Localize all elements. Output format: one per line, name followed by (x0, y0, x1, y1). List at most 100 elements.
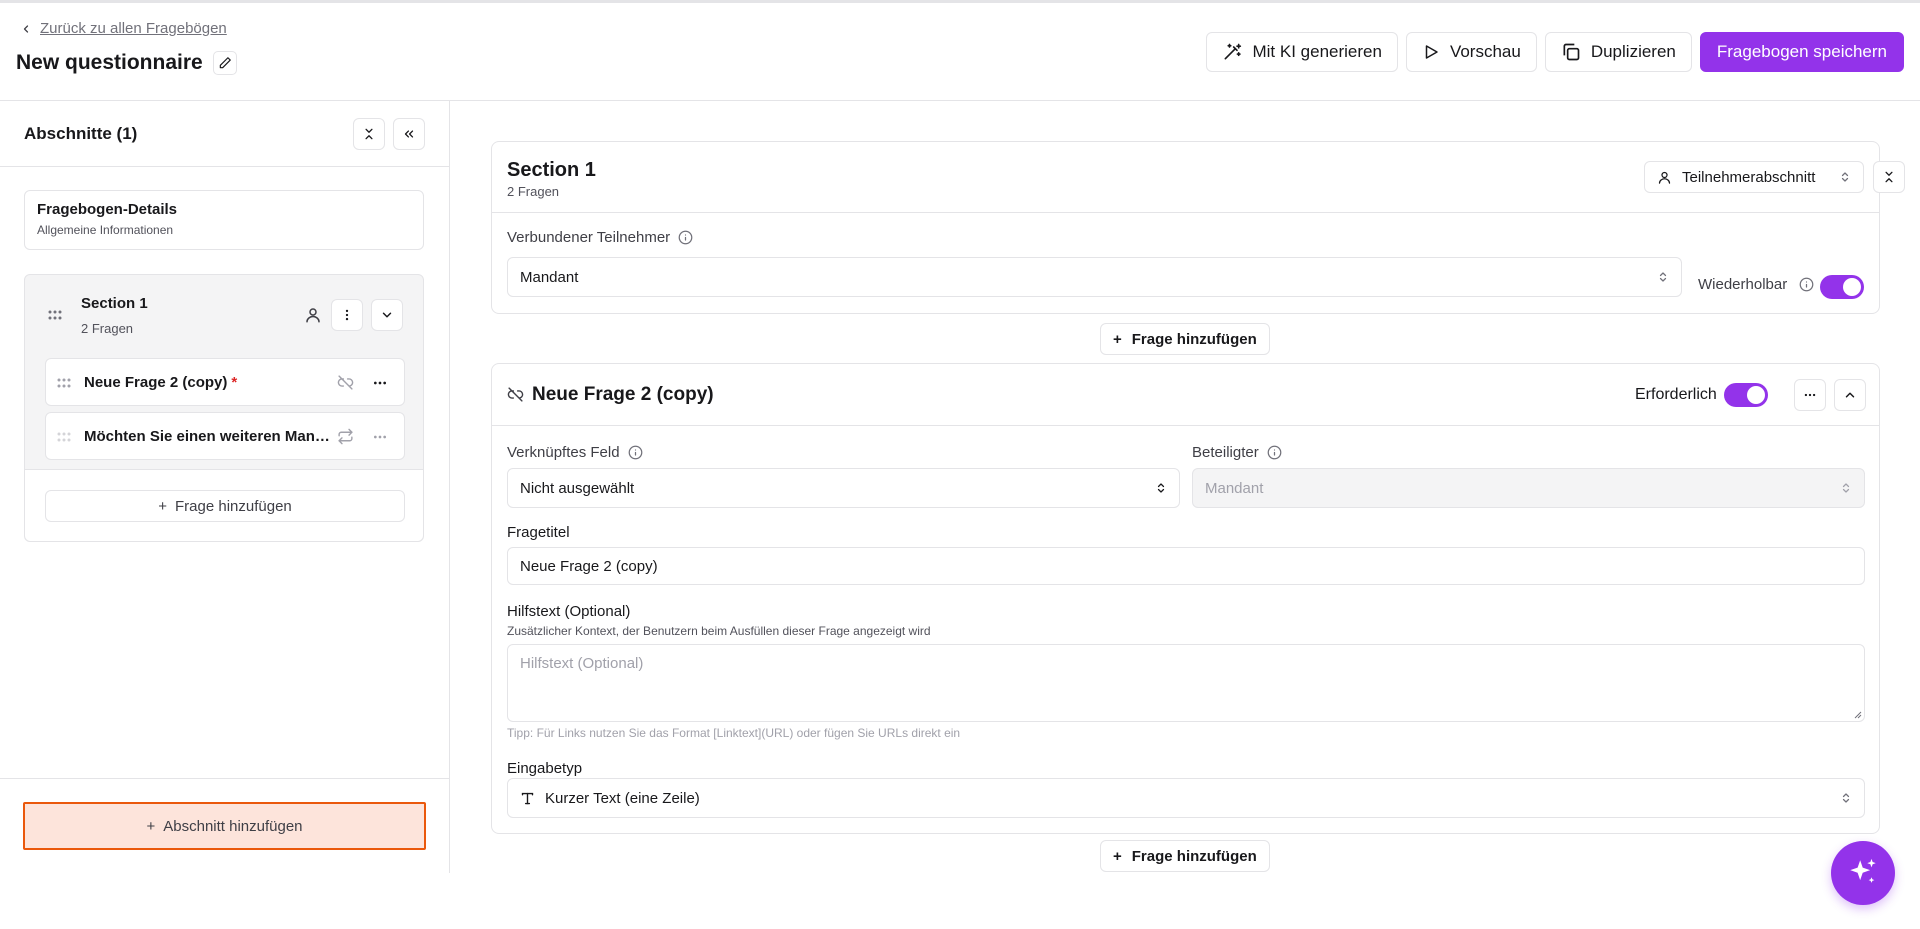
section-settings-card: Section 1 2 Fragen Teilnehmerabschnitt V… (491, 141, 1905, 314)
help-text-description: Zusätzlicher Kontext, der Benutzern beim… (507, 624, 931, 638)
section-question-count: 2 Fragen (507, 184, 560, 199)
section-title: Section 1 (507, 159, 596, 181)
drag-handle-icon[interactable] (56, 431, 72, 443)
question-label: Neue Frage 2 (copy) (84, 373, 228, 391)
duplicate-button[interactable]: Duplizieren (1544, 32, 1692, 72)
main-editor: Section 1 2 Fragen Teilnehmerabschnitt V… (451, 101, 1920, 873)
add-question-label: Frage hinzufügen (1131, 847, 1257, 865)
back-link-label[interactable]: Zurück zu allen Fragebögen (40, 20, 227, 37)
input-type-value: Kurzer Text (eine Zeile) (545, 789, 700, 807)
drag-handle-icon[interactable] (47, 309, 63, 321)
unlink-icon (337, 375, 354, 390)
participant-value: Mandant (1205, 479, 1264, 497)
preview-button[interactable]: Vorschau (1405, 32, 1537, 72)
more-vertical-icon (345, 309, 349, 321)
resize-handle-icon[interactable] (1854, 711, 1862, 719)
chevron-up-icon (1845, 392, 1855, 398)
info-icon[interactable] (1799, 277, 1814, 292)
details-subtitle: Allgemeine Informationen (37, 223, 174, 237)
question-title-input[interactable]: Neue Frage 2 (copy) (507, 547, 1865, 585)
required-marker: * (231, 373, 238, 391)
chevrons-collapse-icon (1885, 171, 1893, 183)
add-question-button[interactable]: + Frage hinzufügen (1100, 323, 1270, 355)
section-name: Section 1 (81, 295, 148, 312)
info-icon[interactable] (1267, 445, 1282, 460)
user-icon (306, 308, 320, 323)
question-collapse-button[interactable] (1834, 379, 1866, 411)
linked-field-text: Verknüpftes Feld (507, 444, 620, 461)
sidebar-footer: + Abschnitt hinzufügen (0, 778, 449, 873)
info-icon[interactable] (628, 445, 643, 460)
preview-label: Vorschau (1449, 42, 1521, 61)
save-questionnaire-button[interactable]: Fragebogen speichern (1699, 32, 1904, 72)
section-expand-button[interactable] (371, 299, 403, 331)
duplicate-label: Duplizieren (1590, 42, 1676, 61)
plus-icon: + (1113, 847, 1122, 865)
sidebar-question-item[interactable]: Neue Frage 2 (copy) * (45, 358, 405, 406)
section-settings-header: Section 1 2 Fragen Teilnehmerabschnitt (492, 142, 1905, 213)
drag-handle-icon[interactable] (56, 377, 72, 389)
collapse-all-button[interactable] (353, 117, 385, 150)
play-icon (1425, 45, 1438, 59)
question-title-value: Neue Frage 2 (copy) (520, 557, 658, 575)
sparkle-icon (1850, 858, 1876, 883)
add-section-button[interactable]: + Abschnitt hinzufügen (23, 802, 426, 850)
add-question-button[interactable]: + Frage hinzufügen (45, 490, 405, 522)
repeatable-label: Wiederholbar (1698, 276, 1814, 293)
ai-assistant-button[interactable] (1831, 841, 1895, 905)
add-section-label: Abschnitt hinzufügen (163, 817, 303, 835)
sidebar-question-item[interactable]: Möchten Sie einen weiteren Mandanten hin… (45, 412, 405, 460)
add-question-label: Frage hinzufügen (1131, 330, 1257, 348)
question-header: Neue Frage 2 (copy) Erforderlich (492, 364, 1879, 426)
question-menu-button[interactable] (1794, 379, 1826, 411)
questionnaire-details-card[interactable]: Fragebogen-Details Allgemeine Informatio… (24, 190, 424, 250)
more-horizontal-icon[interactable] (372, 429, 388, 445)
more-horizontal-icon (1804, 393, 1816, 397)
user-icon (1658, 171, 1671, 184)
connected-participant-label: Verbundener Teilnehmer (507, 229, 693, 246)
plus-icon: + (158, 497, 167, 515)
linked-field-select[interactable]: Nicht ausgewählt (507, 468, 1180, 508)
edit-title-button[interactable] (212, 51, 237, 75)
magic-wand-icon (1224, 43, 1242, 60)
collapse-sidebar-button[interactable] (393, 117, 425, 150)
participant-select: Mandant (1192, 468, 1865, 508)
help-text-textarea[interactable]: Hilfstext (Optional) (507, 644, 1865, 722)
chevron-updown-icon (1659, 272, 1667, 282)
input-type-select[interactable]: Kurzer Text (eine Zeile) (507, 778, 1865, 818)
unlink-icon (507, 387, 524, 402)
add-question-button[interactable]: + Frage hinzufügen (1100, 840, 1270, 872)
help-text-label: Hilfstext (Optional) (507, 603, 631, 620)
section-footer: + Frage hinzufügen (25, 469, 423, 541)
question-card: Neue Frage 2 (copy) Erforderlich Verknüp… (491, 363, 1880, 834)
title-row: New questionnaire (16, 51, 237, 75)
chevron-left-icon (23, 24, 29, 33)
ai-generate-button[interactable]: Mit KI generieren (1206, 32, 1398, 72)
chevrons-left-icon (404, 129, 414, 138)
repeatable-text: Wiederholbar (1698, 276, 1788, 293)
connected-participant-value: Mandant (520, 268, 579, 286)
required-toggle[interactable] (1724, 383, 1768, 407)
section-card: Section 1 2 Fragen Neue Frage 2 (copy) *… (24, 274, 424, 542)
back-link[interactable]: Zurück zu allen Fragebögen (20, 20, 227, 37)
participant-label: Beteiligter (1192, 444, 1282, 461)
header-actions: Mit KI generieren Vorschau Duplizieren F… (1206, 32, 1904, 72)
linked-field-value: Nicht ausgewählt (520, 479, 635, 497)
section-type-select[interactable]: Teilnehmerabschnitt (1644, 161, 1864, 193)
chevron-updown-icon (1842, 793, 1850, 803)
info-icon[interactable] (678, 230, 693, 245)
more-horizontal-icon[interactable] (372, 375, 388, 391)
chevron-updown-icon (1842, 483, 1850, 493)
repeatable-toggle[interactable] (1820, 275, 1864, 299)
chevron-updown-icon (1157, 483, 1165, 493)
ai-generate-label: Mit KI generieren (1252, 42, 1382, 61)
sidebar-title: Abschnitte (1) (24, 123, 138, 143)
sidebar-header: Abschnitte (1) (0, 101, 449, 167)
question-title: Neue Frage 2 (copy) (532, 384, 714, 405)
connected-participant-select[interactable]: Mandant (507, 257, 1682, 297)
section-header[interactable]: Section 1 2 Fragen (25, 275, 423, 355)
collapse-section-button[interactable] (1873, 161, 1905, 193)
pencil-icon (219, 57, 231, 69)
plus-icon: + (1113, 330, 1122, 348)
section-menu-button[interactable] (331, 299, 363, 331)
